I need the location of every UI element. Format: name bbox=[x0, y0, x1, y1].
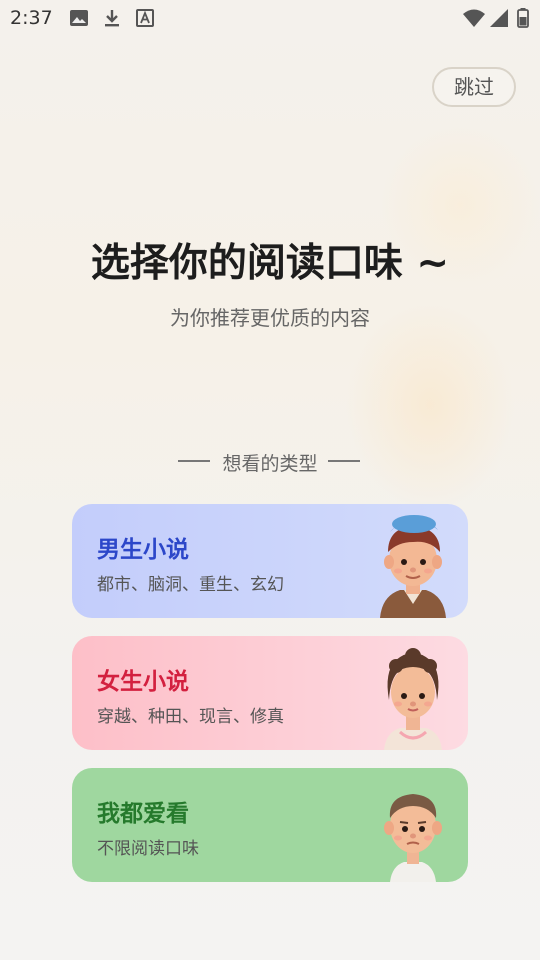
skip-button[interactable]: 跳过 bbox=[432, 67, 516, 107]
card-description: 穿越、种田、现言、修真 bbox=[97, 707, 284, 727]
card-description: 都市、脑洞、重生、玄幻 bbox=[97, 575, 284, 595]
genre-card-female[interactable]: 女生小说 穿越、种田、现言、修真 bbox=[72, 636, 468, 750]
section-label: 想看的类型 bbox=[222, 453, 318, 475]
status-bar: 2:37 bbox=[0, 0, 540, 36]
wifi-icon bbox=[463, 9, 485, 27]
card-description: 不限阅读口味 bbox=[97, 839, 199, 859]
battery-icon bbox=[517, 8, 529, 28]
background-glow bbox=[345, 300, 515, 510]
girl-avatar-icon bbox=[384, 648, 442, 750]
card-title: 女生小说 bbox=[97, 669, 189, 695]
page-subtitle: 为你推荐更优质的内容 bbox=[170, 306, 370, 330]
download-icon bbox=[105, 10, 119, 27]
status-time: 2:37 bbox=[10, 7, 53, 29]
section-divider-right bbox=[328, 460, 360, 462]
genre-card-male[interactable]: 男生小说 都市、脑洞、重生、玄幻 bbox=[72, 504, 468, 618]
page-title: 选择你的阅读口味 ~ bbox=[90, 241, 450, 286]
card-title: 男生小说 bbox=[97, 537, 189, 563]
font-icon bbox=[136, 9, 154, 27]
signal-icon bbox=[490, 9, 508, 27]
card-title: 我都爱看 bbox=[97, 801, 189, 827]
image-icon bbox=[70, 10, 88, 26]
kid-avatar-icon bbox=[384, 794, 442, 882]
boy-avatar-icon bbox=[380, 515, 446, 618]
genre-card-all[interactable]: 我都爱看 不限阅读口味 bbox=[72, 768, 468, 882]
